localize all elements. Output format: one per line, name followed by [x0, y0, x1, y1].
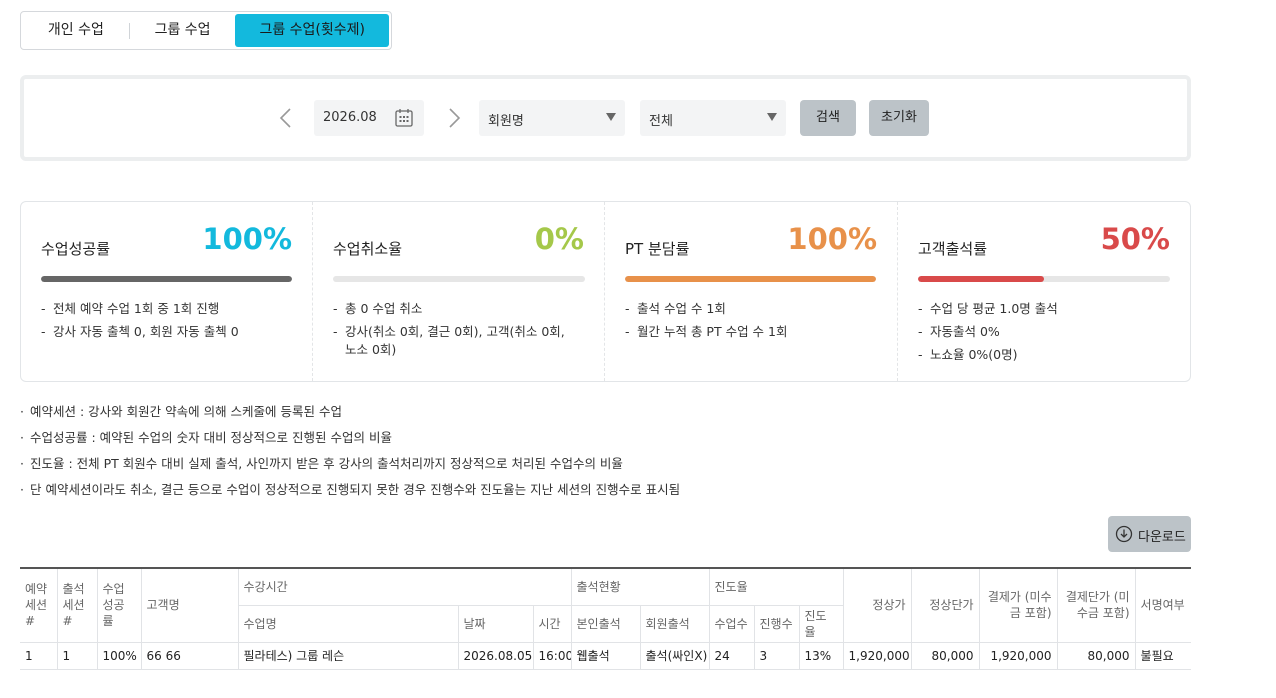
reset-button[interactable]: 초기화	[869, 100, 929, 136]
col-payment: 결제가 (미수금 포함)	[979, 567, 1058, 643]
cell-payment: 1,920,000	[979, 642, 1058, 670]
note-item: 예약세션 : 강사와 회원간 약속에 의해 스케줄에 등록된 수업	[20, 403, 920, 429]
cell-progress-rate: 13%	[799, 642, 844, 670]
col-class-name: 수업명	[238, 605, 459, 643]
next-month-button[interactable]	[447, 107, 463, 129]
col-self-attend: 본인출석	[571, 605, 641, 643]
stat-detail: 월간 누적 총 PT 수업 수 1회	[625, 320, 865, 343]
stat-detail: 출석 수업 수 1회	[625, 297, 865, 320]
month-value: 2026.08	[323, 110, 377, 125]
search-panel: 2026.08 회원명 전체 검색 초기화	[20, 75, 1191, 161]
cell-list-price: 1,920,000	[843, 642, 912, 670]
stat-detail: 자동출석 0%	[918, 320, 1158, 343]
stat-progress-bar	[625, 276, 876, 282]
stat-value: 100%	[787, 222, 877, 256]
tab-personal-class[interactable]: 개인 수업	[23, 14, 129, 47]
stat-title: 수업성공률	[41, 240, 111, 258]
tab-group-class-count[interactable]: 그룹 수업(횟수제)	[235, 14, 390, 47]
download-icon	[1115, 525, 1133, 543]
cell-signature: 불필요	[1135, 642, 1192, 670]
chevron-right-icon	[449, 108, 461, 128]
note-item: 수업성공률 : 예약된 수업의 숫자 대비 정상적으로 진행된 수업의 비율	[20, 429, 920, 455]
chevron-left-icon	[279, 108, 291, 128]
stat-progress-fill	[918, 276, 1044, 282]
col-attendance: 출석현황	[571, 567, 710, 606]
cell-unit-price: 80,000	[911, 642, 980, 670]
tab-group-class[interactable]: 그룹 수업	[130, 14, 236, 47]
stat-progress-bar	[333, 276, 585, 282]
stat-attendance-rate: 고객출석률 50% 수업 당 평균 1.0명 출석 자동출석 0% 노쇼율 0%…	[898, 202, 1190, 381]
table-row[interactable]: 1 1 100% 66 66 필라테스) 그룹 레슨 2026.08.05 16…	[20, 642, 1192, 670]
stat-progress-fill	[41, 276, 292, 282]
cell-class-name: 필라테스) 그룹 레슨	[238, 642, 459, 670]
col-list-price: 정상가	[843, 567, 912, 643]
stat-value: 50%	[1100, 222, 1170, 256]
stat-title: PT 분담률	[625, 240, 690, 258]
stat-detail: 전체 예약 수업 1회 중 1회 진행	[41, 297, 281, 320]
col-time: 시간	[533, 605, 572, 643]
prev-month-button[interactable]	[277, 107, 293, 129]
col-progress: 진도율	[709, 567, 844, 606]
notes-list: 예약세션 : 강사와 회원간 약속에 의해 스케줄에 등록된 수업 수업성공률 …	[20, 403, 920, 507]
cell-attend: 1	[57, 642, 98, 670]
col-date: 날짜	[458, 605, 534, 643]
cell-reserve: 1	[20, 642, 58, 670]
note-item: 단 예약세션이라도 취소, 결근 등으로 수업이 정상적으로 진행되지 못한 경…	[20, 481, 920, 507]
search-type-select[interactable]: 회원명	[479, 100, 625, 136]
col-payment-unit: 결제단가 (미수금 포함)	[1057, 567, 1136, 643]
stats-card: 수업성공률 100% 전체 예약 수업 1회 중 1회 진행 강사 자동 출첵 …	[20, 201, 1191, 382]
search-button[interactable]: 검색	[800, 100, 856, 136]
col-customer: 고객명	[141, 567, 239, 643]
stat-value: 100%	[202, 222, 292, 256]
cell-payment-unit: 80,000	[1057, 642, 1136, 670]
stat-detail: 노쇼율 0%(0명)	[918, 343, 1158, 366]
stat-progress-fill	[625, 276, 876, 282]
col-success-rate: 수업 성공률	[97, 567, 142, 643]
search-type-value: 회원명	[488, 114, 524, 129]
stat-title: 고객출석률	[918, 240, 988, 258]
note-item: 진도율 : 전체 PT 회원수 대비 실제 출석, 사인까지 받은 후 강사의 …	[20, 455, 920, 481]
caret-down-icon	[767, 113, 777, 121]
cell-member-attend: 출석(싸인X)	[640, 642, 710, 670]
stat-detail: 총 0 수업 취소	[333, 297, 573, 320]
stat-title: 수업취소율	[333, 240, 403, 258]
download-button[interactable]: 다운로드	[1108, 516, 1191, 552]
cell-date: 2026.08.05	[458, 642, 534, 670]
col-class-time: 수강시간	[238, 567, 572, 606]
class-table: 예약 세션# 출석 세션# 수업 성공률 고객명 수강시간 출석현황 진도율 정…	[20, 567, 1192, 670]
stat-success-rate: 수업성공률 100% 전체 예약 수업 1회 중 1회 진행 강사 자동 출첵 …	[21, 202, 313, 381]
stat-value: 0%	[534, 222, 584, 256]
cell-customer: 66 66	[141, 642, 239, 670]
cell-class-count: 24	[709, 642, 755, 670]
stat-pt-share: PT 분담률 100% 출석 수업 수 1회 월간 누적 총 PT 수업 수 1…	[605, 202, 898, 381]
col-done-count: 진행수	[754, 605, 800, 643]
cell-time: 16:00	[533, 642, 572, 670]
stat-detail: 수업 당 평균 1.0명 출석	[918, 297, 1158, 320]
caret-down-icon	[606, 113, 616, 121]
col-reserve-session: 예약 세션#	[20, 567, 58, 643]
cell-done-count: 3	[754, 642, 800, 670]
stat-cancel-rate: 수업취소율 0% 총 0 수업 취소 강사(취소 0회, 결근 0회), 고객(…	[313, 202, 605, 381]
cell-self-attend: 웹출석	[571, 642, 641, 670]
status-value: 전체	[649, 114, 673, 129]
col-signature: 서명여부	[1135, 567, 1192, 643]
stat-progress-bar	[918, 276, 1170, 282]
stat-detail: 강사 자동 출첵 0, 회원 자동 출첵 0	[41, 320, 281, 343]
col-unit-price: 정상단가	[911, 567, 980, 643]
col-member-attend: 회원출석	[640, 605, 710, 643]
cell-success: 100%	[97, 642, 142, 670]
stat-progress-bar	[41, 276, 292, 282]
class-type-tabs: 개인 수업 그룹 수업 그룹 수업(횟수제)	[20, 11, 392, 50]
col-class-count: 수업수	[709, 605, 755, 643]
col-attend-session: 출석 세션#	[57, 567, 98, 643]
calendar-icon[interactable]	[395, 108, 413, 127]
download-label: 다운로드	[1138, 530, 1186, 545]
col-progress-rate: 진도율	[799, 605, 844, 643]
month-picker[interactable]: 2026.08	[314, 100, 424, 136]
stat-detail: 강사(취소 0회, 결근 0회), 고객(취소 0회, 노소 0회)	[333, 320, 573, 361]
status-select[interactable]: 전체	[640, 100, 786, 136]
